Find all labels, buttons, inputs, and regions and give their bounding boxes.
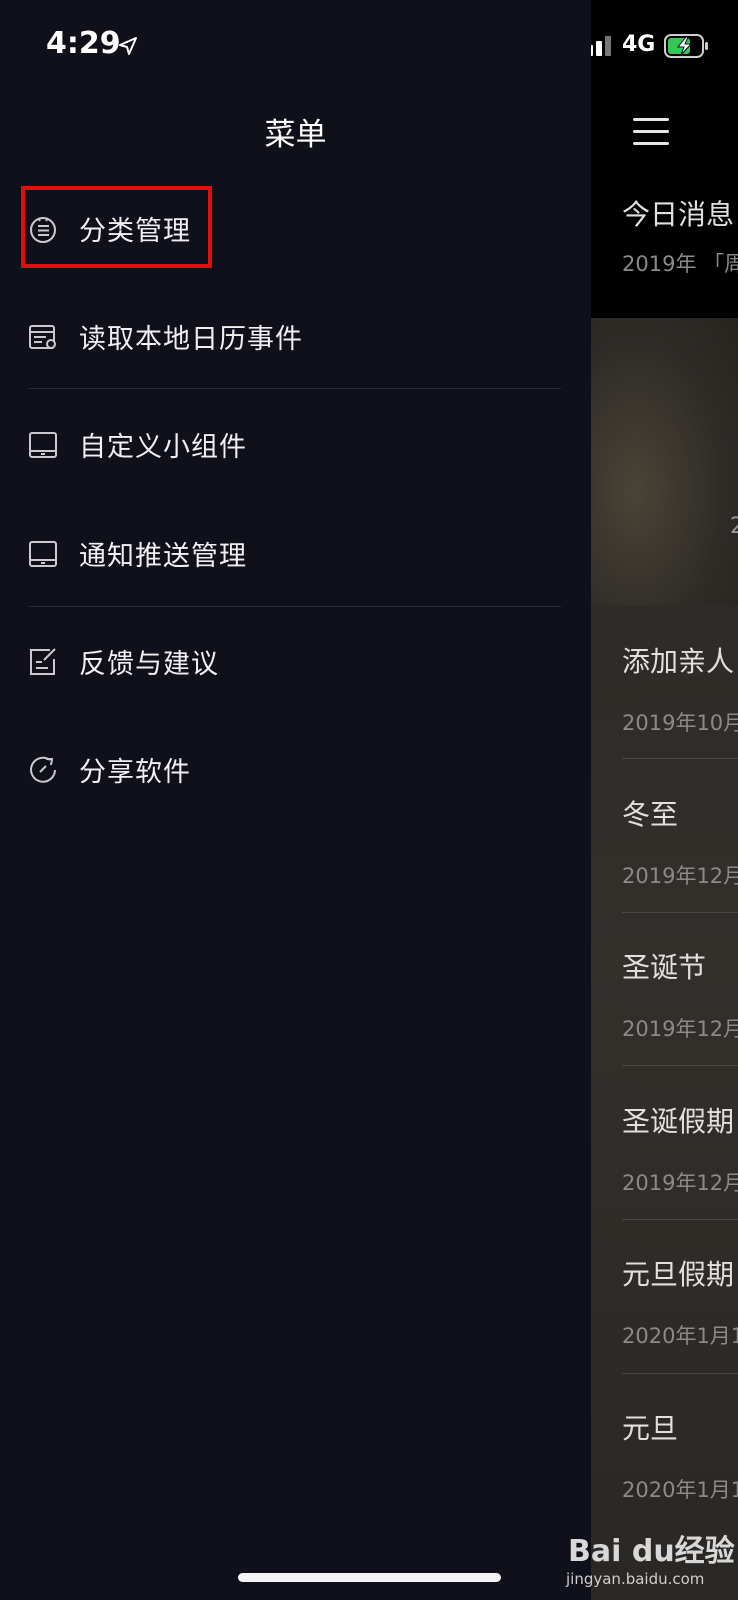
today-message-subtitle: 2019年 「周 <box>622 252 738 276</box>
menu-item-label: 分享软件 <box>79 757 191 788</box>
widget-tablet-icon <box>29 432 57 458</box>
event-date: 2020年1月1 <box>622 1478 738 1502</box>
battery-charging-icon <box>664 34 708 58</box>
calendar-import-icon <box>29 325 56 349</box>
notification-tablet-icon <box>29 541 57 567</box>
event-name: 冬至 <box>622 798 679 831</box>
menu-divider <box>29 388 561 389</box>
menu-item-share-app[interactable]: 分享软件 <box>22 733 568 803</box>
event-date: 2019年12月 <box>622 1171 738 1195</box>
divider <box>622 912 738 913</box>
menu-divider <box>29 606 561 607</box>
event-name: 圣诞节 <box>622 951 707 984</box>
watermark-brand: Bai du经验 <box>568 1534 735 1569</box>
divider <box>622 1065 738 1066</box>
drawer-title: 菜单 <box>264 117 327 153</box>
event-name: 圣诞假期 <box>622 1105 735 1138</box>
divider <box>622 1219 738 1220</box>
feedback-edit-icon <box>30 648 56 675</box>
menu-item-label: 读取本地日历事件 <box>79 324 303 355</box>
event-name: 元旦 <box>622 1412 679 1445</box>
highlight-annotation-box <box>21 186 212 268</box>
main-screen-peek[interactable]: 今日消息 2019年 「周 2 添加亲人 2019年10月 冬至 2019年12… <box>591 0 738 1600</box>
watermark-url: jingyan.baidu.com <box>566 1570 705 1588</box>
network-type: 4G <box>622 32 656 57</box>
event-date: 2019年10月 <box>622 711 738 735</box>
hero-banner[interactable] <box>591 318 738 605</box>
share-refresh-icon <box>30 756 56 783</box>
event-name: 添加亲人 <box>622 645 735 678</box>
menu-item-custom-widget[interactable]: 自定义小组件 <box>22 408 568 478</box>
menu-item-feedback[interactable]: 反馈与建议 <box>22 625 568 695</box>
divider <box>622 1373 738 1374</box>
menu-item-label: 通知推送管理 <box>79 541 247 572</box>
menu-item-read-local-calendar[interactable]: 读取本地日历事件 <box>22 300 568 370</box>
event-date: 2020年1月1 <box>622 1324 738 1348</box>
menu-item-label: 反馈与建议 <box>79 649 219 680</box>
divider <box>622 758 738 759</box>
side-drawer: 4:29 菜单 分类管理 读取本地日历事件 自定义小组件 通知推送管理 反馈与建… <box>0 0 591 1600</box>
event-name: 元旦假期 <box>622 1258 735 1291</box>
today-message-title: 今日消息 <box>622 198 735 231</box>
menu-item-label: 自定义小组件 <box>79 432 247 463</box>
event-date: 2019年12月 <box>622 1017 738 1041</box>
event-date: 2019年12月 <box>622 864 738 888</box>
home-indicator[interactable] <box>238 1573 501 1582</box>
location-arrow-icon <box>119 37 137 55</box>
hamburger-menu-icon[interactable] <box>633 118 669 146</box>
baidu-jingyan-watermark: Bai du经验 jingyan.baidu.com <box>566 1518 738 1598</box>
hero-date-fragment: 2 <box>730 514 738 539</box>
menu-item-notification-management[interactable]: 通知推送管理 <box>22 517 568 587</box>
status-time: 4:29 <box>46 26 121 61</box>
